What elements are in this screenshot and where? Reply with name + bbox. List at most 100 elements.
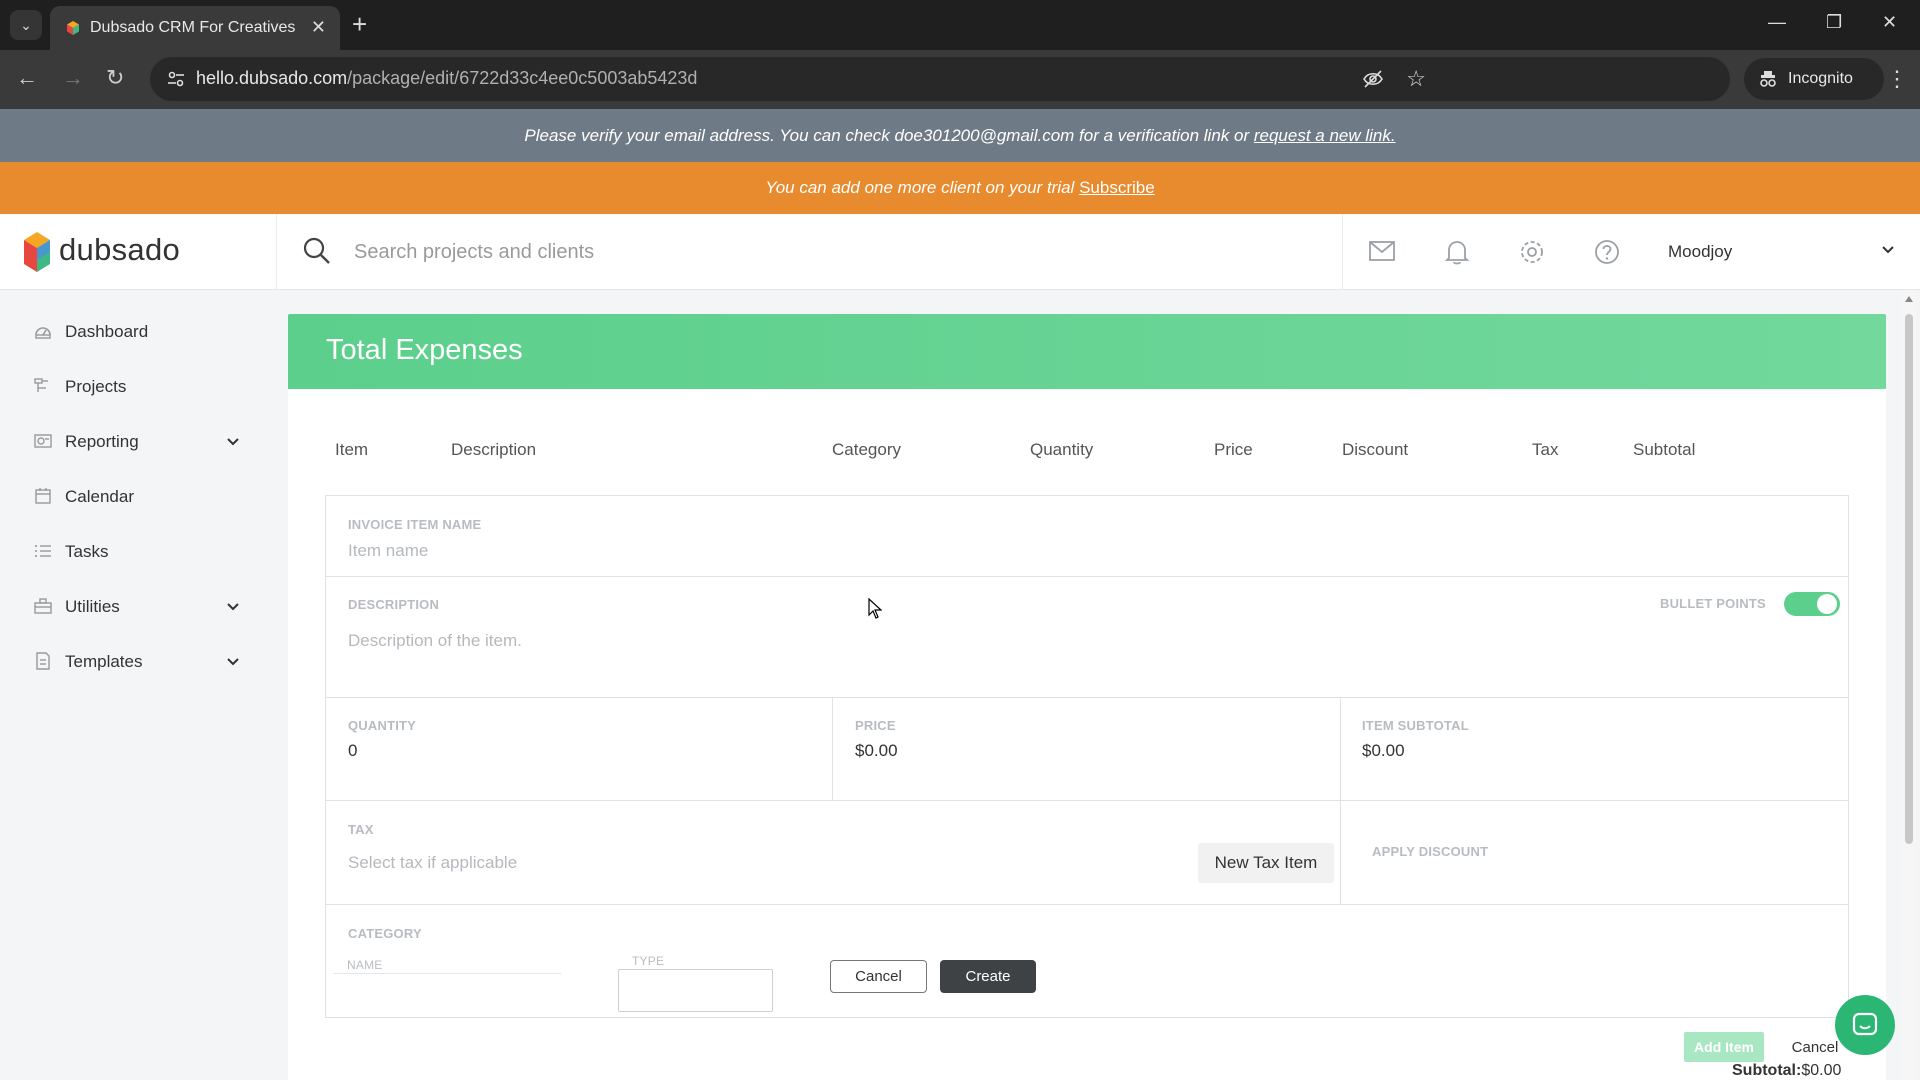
sidebar-item-dashboard[interactable]: Dashboard	[0, 310, 276, 354]
description-label: DESCRIPTION	[348, 597, 440, 612]
form-divider	[325, 576, 1849, 577]
description-input[interactable]	[348, 628, 1648, 654]
minimize-icon[interactable]: —	[1768, 12, 1786, 33]
close-window-icon[interactable]: ✕	[1882, 12, 1897, 33]
address-bar[interactable]: hello.dubsado.com/package/edit/6722d33c4…	[150, 57, 1730, 101]
sidebar-item-label: Projects	[65, 377, 127, 396]
apply-discount-label[interactable]: APPLY DISCOUNT	[1372, 844, 1488, 859]
tab-close-icon[interactable]: ✕	[311, 17, 326, 38]
column-header-quantity: Quantity	[1030, 440, 1094, 459]
header-divider-right	[1342, 214, 1343, 290]
column-header-tax: Tax	[1532, 440, 1559, 459]
sidebar: Dashboard Projects Reporting Calendar Ta…	[0, 290, 276, 1080]
bullet-points-label: BULLET POINTS	[1660, 596, 1766, 611]
chevron-down-icon[interactable]	[1880, 242, 1896, 258]
reporting-icon	[34, 434, 52, 448]
sidebar-item-tasks[interactable]: Tasks	[0, 530, 276, 574]
mail-icon[interactable]	[1368, 238, 1396, 264]
app-header: dubsado Moodjoy	[0, 214, 1920, 290]
trial-text: You can add one more client on your tria…	[765, 178, 1075, 197]
toggle-knob	[1817, 594, 1837, 614]
column-header-category: Category	[832, 440, 901, 459]
category-name-input[interactable]	[333, 973, 561, 974]
chat-support-button[interactable]	[1835, 995, 1895, 1055]
tax-select[interactable]	[348, 850, 1148, 876]
scroll-up-arrow-icon[interactable]	[1905, 296, 1913, 302]
calendar-icon	[35, 488, 51, 504]
dubsado-logo-icon[interactable]	[22, 232, 52, 272]
chevron-down-icon[interactable]	[225, 599, 241, 615]
sidebar-item-calendar[interactable]: Calendar	[0, 475, 276, 519]
browser-toolbar: ← → ↻ hello.dubsado.com/package/edit/672…	[0, 50, 1920, 109]
browser-menu-icon[interactable]: ⋮	[1886, 66, 1908, 92]
sidebar-item-label: Dashboard	[65, 322, 149, 341]
category-cancel-button[interactable]: Cancel	[830, 960, 927, 993]
sidebar-item-label: Calendar	[65, 487, 134, 506]
chevron-down-icon[interactable]	[225, 434, 241, 450]
search-input[interactable]	[354, 234, 1254, 270]
item-name-label: INVOICE ITEM NAME	[348, 517, 482, 532]
site-settings-icon[interactable]	[166, 69, 186, 89]
tab-search-button[interactable]: ⌄	[10, 10, 42, 40]
sidebar-item-templates[interactable]: Templates	[0, 640, 276, 684]
page-title: Total Expenses	[326, 334, 523, 366]
header-divider	[276, 214, 277, 290]
subtotal-label: Subtotal:	[1732, 1062, 1802, 1079]
settings-gear-icon[interactable]	[1518, 238, 1546, 266]
help-icon[interactable]	[1593, 238, 1621, 266]
subscribe-link[interactable]: Subscribe	[1079, 178, 1155, 197]
projects-icon	[34, 378, 48, 392]
new-tax-item-button[interactable]: New Tax Item	[1198, 843, 1334, 883]
bookmark-star-icon[interactable]: ☆	[1406, 66, 1426, 92]
tax-label: TAX	[348, 822, 374, 837]
tab-title: Dubsado CRM For Creatives	[90, 19, 296, 36]
form-divider	[832, 697, 833, 800]
notification-bell-icon[interactable]	[1444, 238, 1470, 266]
reload-icon[interactable]: ↻	[106, 66, 124, 90]
sidebar-item-reporting[interactable]: Reporting	[0, 420, 276, 464]
item-name-input[interactable]	[348, 538, 1828, 564]
scroll-thumb[interactable]	[1905, 314, 1913, 844]
category-type-label: TYPE	[632, 954, 665, 968]
back-icon[interactable]: ←	[16, 66, 38, 90]
bullet-points-toggle[interactable]	[1784, 592, 1840, 616]
category-type-select[interactable]	[618, 969, 773, 1012]
sidebar-item-label: Reporting	[65, 432, 139, 451]
form-divider	[325, 800, 1849, 801]
search-icon	[303, 237, 330, 264]
price-label: PRICE	[855, 718, 896, 733]
browser-tab-bar: ⌄ Dubsado CRM For Creatives ✕ + — ❐ ✕	[0, 0, 1920, 50]
column-header-item: Item	[335, 440, 369, 459]
subtotal-total: Subtotal:$0.00	[1732, 1062, 1841, 1080]
category-name-label: NAME	[347, 958, 383, 972]
new-tab-button[interactable]: +	[352, 10, 367, 38]
sidebar-item-projects[interactable]: Projects	[0, 365, 276, 409]
logo-text[interactable]: dubsado	[59, 232, 180, 268]
page-scrollbar[interactable]	[1902, 290, 1916, 1080]
verify-email-banner: Please verify your email address. You ca…	[0, 109, 1920, 162]
forward-icon[interactable]: →	[62, 66, 84, 90]
category-create-button[interactable]: Create	[940, 960, 1036, 993]
sidebar-item-utilities[interactable]: Utilities	[0, 585, 276, 629]
templates-icon	[36, 652, 50, 670]
utilities-icon	[34, 598, 52, 614]
dashboard-icon	[35, 327, 51, 339]
chevron-down-icon[interactable]	[225, 654, 241, 670]
form-divider	[1340, 697, 1341, 904]
trial-banner: You can add one more client on your tria…	[0, 162, 1920, 214]
request-new-link[interactable]: request a new link.	[1254, 126, 1396, 145]
column-header-subtotal: Subtotal	[1633, 440, 1696, 459]
column-header-discount: Discount	[1342, 440, 1409, 459]
add-item-button[interactable]: Add Item	[1684, 1032, 1764, 1062]
category-label: CATEGORY	[348, 926, 422, 941]
user-menu-name[interactable]: Moodjoy	[1668, 242, 1732, 262]
chat-icon	[1852, 1012, 1878, 1036]
restore-icon[interactable]: ❐	[1826, 12, 1842, 33]
tasks-icon	[35, 545, 51, 557]
tracking-protection-icon[interactable]	[1362, 69, 1384, 89]
quantity-field[interactable]: 0	[348, 741, 357, 761]
incognito-badge[interactable]: Incognito	[1744, 58, 1884, 100]
form-divider	[325, 904, 1849, 905]
browser-tab[interactable]: Dubsado CRM For Creatives ✕	[50, 6, 340, 50]
price-field[interactable]: $0.00	[855, 741, 898, 761]
